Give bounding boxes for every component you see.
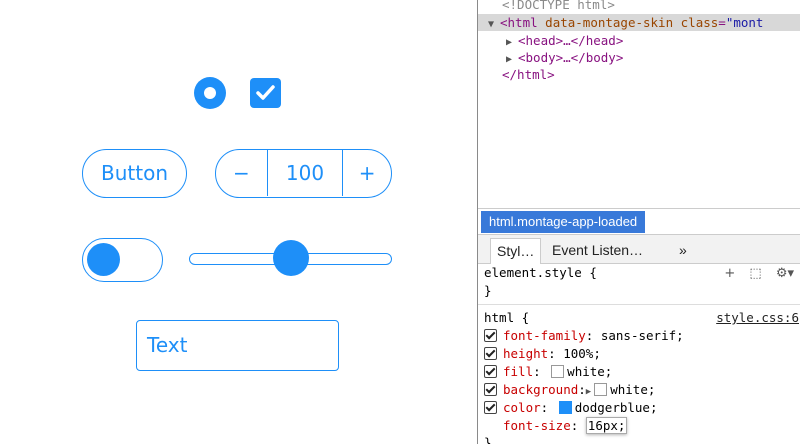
slider-thumb[interactable]: [272, 240, 309, 276]
html-close-node[interactable]: </html>: [502, 66, 555, 83]
head-node[interactable]: ▶ <head>…</head>: [506, 32, 623, 49]
property-background: background:▶ white;: [484, 381, 655, 399]
doctype-node[interactable]: <!DOCTYPE html>: [502, 0, 615, 13]
checkbox-icon[interactable]: [484, 383, 497, 396]
element-style-selector[interactable]: element.style {: [484, 264, 597, 282]
rule-selector[interactable]: html {: [484, 309, 529, 327]
sidebar-tabbar: Styl… Event Listen… »: [478, 234, 800, 264]
styles-pane: element.style { } html { style.css:6 fon…: [478, 262, 800, 444]
more-tabs-icon[interactable]: »: [673, 238, 693, 263]
stepper-value[interactable]: 100: [268, 150, 343, 196]
checkbox-icon[interactable]: [484, 347, 497, 360]
radio-button[interactable]: [194, 77, 226, 109]
slider-track[interactable]: [189, 240, 392, 276]
number-stepper: − 100 +: [215, 149, 392, 198]
expand-triangle-icon[interactable]: ▶: [586, 387, 591, 397]
text-field[interactable]: Text: [136, 320, 339, 371]
app-canvas: Button − 100 + Text: [0, 0, 477, 444]
tab-styles[interactable]: Styl…: [490, 238, 542, 264]
rule-source-link[interactable]: style.css:6: [716, 309, 799, 327]
checkbox[interactable]: [250, 78, 281, 108]
property-value-editor[interactable]: 16px;: [585, 417, 628, 434]
toggle-switch[interactable]: [82, 238, 163, 282]
devtools-panel: <!DOCTYPE html> ▼ <html data-montage-skin…: [477, 0, 800, 444]
breadcrumb: html.montage-app-loaded: [478, 208, 800, 235]
element-style-close: }: [484, 283, 492, 298]
color-swatch-icon[interactable]: [551, 365, 565, 378]
checkbox-icon[interactable]: [484, 401, 497, 414]
html-node[interactable]: ▼ <html data-montage-skin class="mont: [478, 14, 800, 31]
property-height: height: 100%;: [484, 345, 601, 363]
elements-tree: <!DOCTYPE html> ▼ <html data-montage-skin…: [478, 0, 800, 208]
property-font-family: font-family: sans-serif;: [484, 327, 684, 345]
checkbox-icon[interactable]: [484, 365, 497, 378]
tab-event-listeners[interactable]: Event Listen…: [546, 238, 649, 263]
expanded-triangle-icon[interactable]: ▼: [488, 16, 500, 33]
breadcrumb-item-html[interactable]: html.montage-app-loaded: [481, 211, 646, 233]
toggle-knob[interactable]: [87, 243, 120, 276]
decrement-button[interactable]: −: [216, 150, 268, 196]
color-swatch-icon[interactable]: [594, 383, 608, 396]
property-font-size: font-size: 16px;: [503, 417, 628, 434]
increment-button[interactable]: +: [342, 150, 391, 196]
body-node[interactable]: ▶ <body>…</body>: [506, 49, 623, 66]
color-swatch-icon[interactable]: [558, 401, 572, 414]
rule-divider: [478, 304, 800, 305]
checkmark-icon: [256, 85, 275, 100]
rule-close: }: [484, 435, 492, 444]
checkbox-icon[interactable]: [484, 329, 497, 342]
property-fill: fill: white;: [484, 363, 612, 381]
property-color: color: dodgerblue;: [484, 399, 658, 417]
button[interactable]: Button: [82, 149, 187, 198]
